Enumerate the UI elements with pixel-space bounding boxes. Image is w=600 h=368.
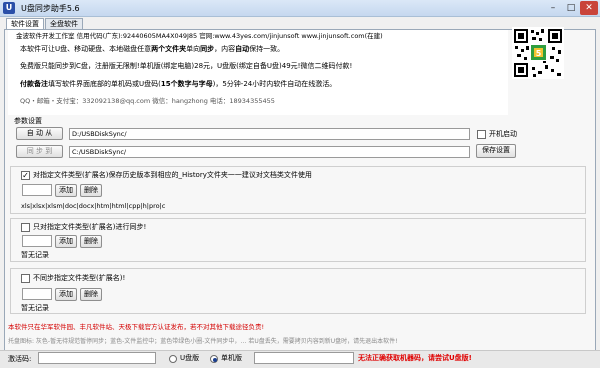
close-button[interactable]: ✕ (580, 1, 598, 15)
source-path-input[interactable]: D:/USBDiskSync/ (69, 128, 470, 140)
save-settings-button[interactable]: 保存设置 (476, 144, 516, 158)
tray-tip-text: 托盘图标: 灰色-暂无待规范暂停同步；蓝色-文件监控中；蓝色带绿色小圈-文件同步… (8, 338, 398, 345)
dest-path-input[interactable]: C:/USBDiskSync/ (69, 146, 470, 158)
exclude-rule-label: 不同步指定文件类型(扩展名)! (33, 274, 126, 282)
tab-settings[interactable]: 软件设置 (6, 18, 44, 29)
description-line-1: 本软件可让U盘、移动硬盘、本地磁盘任意两个文件夹单向同步，内容自动保持一致。 (20, 45, 285, 53)
window-title: U盘同步助手5.6 (21, 4, 80, 13)
history-ext-input[interactable] (22, 184, 52, 196)
exclude-rule-checkbox[interactable] (21, 274, 30, 283)
include-ext-input[interactable] (22, 235, 52, 247)
description-line-3: 付款备注填写软件界面底部的单机码或U盘码(15个数字与字母)，5分钟-24小时内… (20, 80, 337, 88)
include-delete-button[interactable]: 删除 (80, 235, 102, 248)
activation-code-input[interactable] (38, 352, 156, 364)
include-rule-checkbox[interactable] (21, 223, 30, 232)
company-line: 金波软件开发工作室 信用代码(广东):92440605MA4X049J85 官网… (16, 32, 383, 40)
exclude-delete-button[interactable]: 删除 (80, 288, 102, 301)
contact-line: QQ・邮箱・支付宝：332092138@qq.com 微信：hangzhong … (20, 97, 275, 105)
history-rule-checkbox[interactable]: ✓ (21, 171, 30, 180)
app-icon: U (3, 2, 15, 14)
exclude-ext-input[interactable] (22, 288, 52, 300)
autostart-label: 开机启动 (489, 130, 517, 138)
history-ext-list: xls|xlsx|xlsm|doc|docx|htm|html|cpp|h|pr… (21, 202, 166, 210)
include-rule-label: 只对指定文件类型(扩展名)进行同步! (33, 223, 147, 231)
include-add-button[interactable]: 添加 (55, 235, 77, 248)
include-ext-list: 暂无记录 (21, 251, 49, 259)
history-add-button[interactable]: 添加 (55, 184, 77, 197)
sync-to-button[interactable]: 同 步 到 (16, 145, 63, 158)
exclude-add-button[interactable]: 添加 (55, 288, 77, 301)
exclude-ext-list: 暂无记录 (21, 304, 49, 312)
machine-code-field (254, 352, 354, 364)
auto-from-button[interactable]: 自 动 从 (16, 127, 63, 140)
description-line-2: 免费版只能同步到C盘，注册版无限制!单机版(绑定电脑)28元，U盘版(绑定自备U… (20, 62, 353, 70)
title-bar (0, 0, 600, 17)
activation-code-label: 激活码: (8, 355, 32, 363)
history-rule-label: 对指定文件类型(扩展名)保存历史版本到相应的_History文件夹一一建议对文档… (33, 171, 312, 179)
tab-all-software[interactable]: 全盘软件 (45, 18, 83, 29)
status-warning-text: 无法正确获取机器码，请尝试U盘版! (358, 354, 472, 362)
autostart-checkbox[interactable] (477, 130, 486, 139)
pc-version-radio[interactable] (210, 355, 218, 363)
pc-version-label: 单机版 (221, 354, 242, 362)
usb-version-radio[interactable] (169, 355, 177, 363)
wechat-qr-code: 5 (512, 27, 564, 79)
maximize-button[interactable]: □ (563, 1, 579, 15)
usb-version-label: U盘版 (180, 354, 200, 362)
history-delete-button[interactable]: 删除 (80, 184, 102, 197)
minimize-button[interactable]: – (545, 1, 561, 15)
params-section-label: 参数设置 (14, 117, 42, 125)
notice-text: 本软件只在华军软件园、丰凡软件站、天极下载官方认证发布，若不对其他下载途径负责! (8, 323, 265, 331)
svg-text:5: 5 (536, 49, 542, 58)
